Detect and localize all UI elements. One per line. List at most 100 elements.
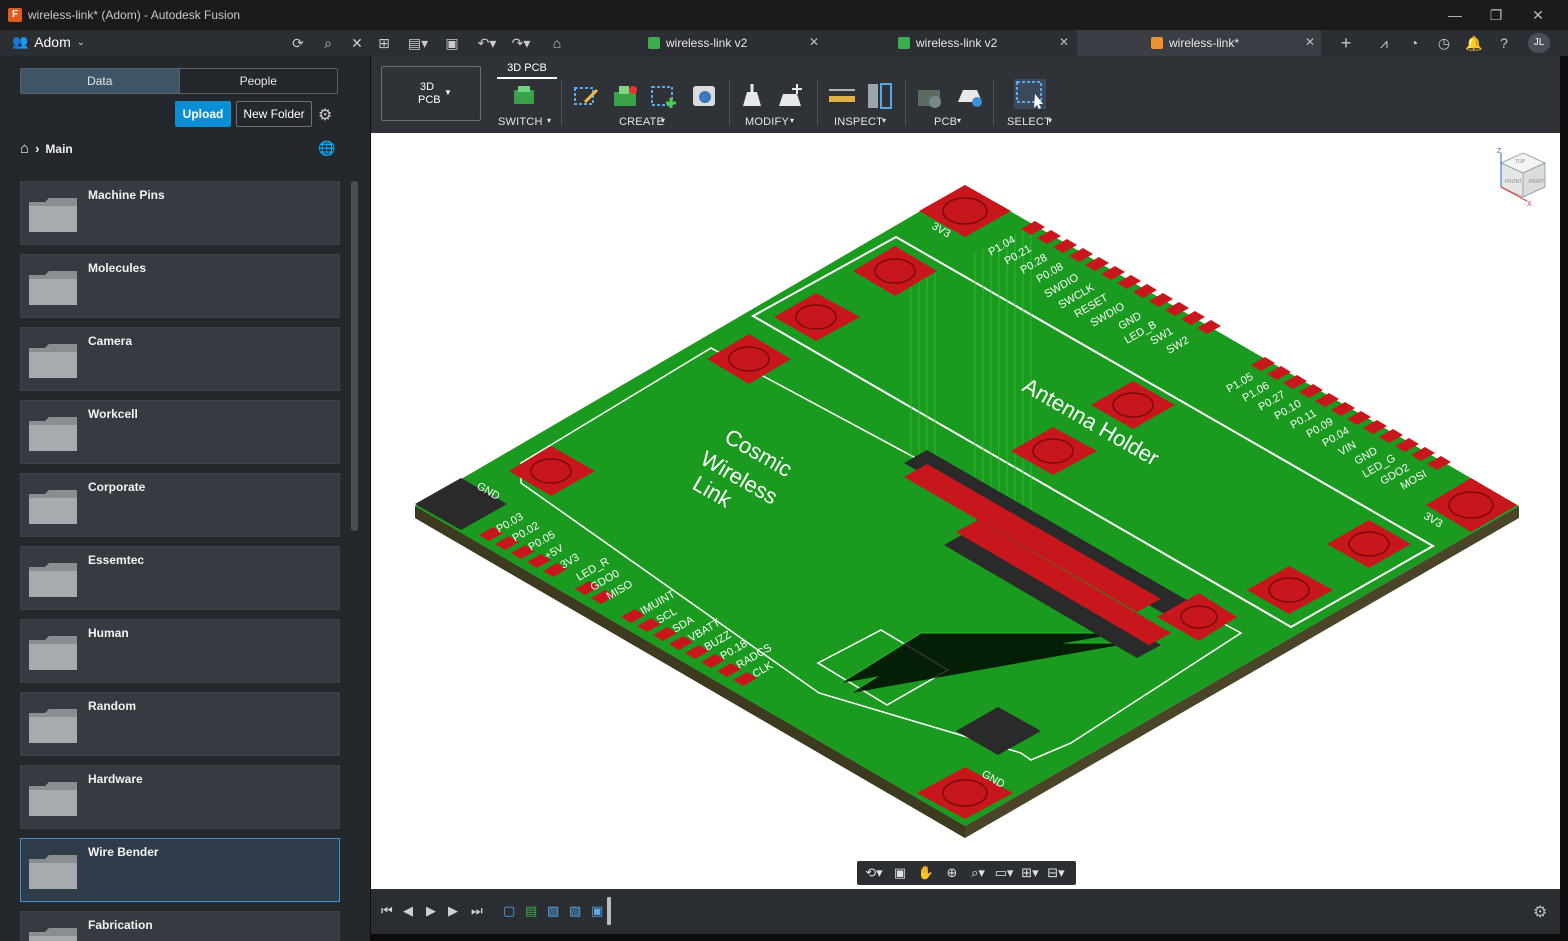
- orbit-icon[interactable]: ⟲▾: [863, 865, 885, 881]
- previous-step-icon[interactable]: ◀: [403, 903, 413, 919]
- 3d-viewport[interactable]: Cosmic Wireless Link Antenna Holder P1.0…: [371, 133, 1560, 889]
- new-tab-icon[interactable]: +: [1336, 34, 1356, 52]
- timeline-sketch-icon[interactable]: ▢: [503, 903, 515, 919]
- close-tab-icon[interactable]: ✕: [1305, 35, 1315, 49]
- extensions-icon[interactable]: ⩘: [1374, 34, 1394, 52]
- tab-3d-pcb[interactable]: 3D PCB: [497, 59, 557, 79]
- folder-scrollbar[interactable]: [351, 181, 358, 531]
- select-window-icon[interactable]: [1013, 78, 1047, 110]
- tab-people[interactable]: People: [178, 69, 338, 93]
- measure-icon[interactable]: [827, 82, 857, 110]
- minimize-button[interactable]: —: [1433, 0, 1477, 30]
- grid-icon[interactable]: ⊞: [374, 34, 394, 52]
- close-window-button[interactable]: ✕: [1516, 0, 1560, 30]
- team-switcher[interactable]: 👥 Adom ⌄: [12, 34, 85, 50]
- first-step-icon[interactable]: ⏮: [381, 903, 393, 919]
- new-folder-button[interactable]: New Folder: [236, 101, 312, 127]
- close-tab-icon[interactable]: ✕: [1059, 35, 1069, 49]
- timeline-marker[interactable]: [607, 897, 611, 925]
- folder-item[interactable]: Human: [20, 619, 340, 683]
- help-icon[interactable]: ?: [1494, 34, 1514, 52]
- folder-item[interactable]: Essemtec: [20, 546, 340, 610]
- save-icon[interactable]: ▣: [442, 34, 462, 52]
- pan-icon[interactable]: ✋: [915, 865, 937, 881]
- pcb-group-label[interactable]: PCB: [934, 116, 957, 128]
- timeline-board-icon[interactable]: ▤: [525, 903, 537, 919]
- grid-icon[interactable]: ⊞▾: [1019, 865, 1041, 881]
- home-icon[interactable]: ⌂: [547, 34, 567, 52]
- tab-data[interactable]: Data: [21, 69, 179, 93]
- clock-icon[interactable]: ◷: [1434, 34, 1454, 52]
- folder-icon: [29, 636, 77, 670]
- folder-item[interactable]: Molecules: [20, 254, 340, 318]
- create-component-icon[interactable]: [689, 82, 719, 110]
- refresh-icon[interactable]: ⟳: [288, 34, 308, 52]
- file-icon[interactable]: ▤▾: [406, 34, 430, 52]
- maximize-button[interactable]: ❐: [1474, 0, 1518, 30]
- play-icon[interactable]: ▶: [426, 903, 436, 919]
- switch-board-icon[interactable]: [509, 82, 539, 110]
- jobs-icon[interactable]: ◔: [1404, 34, 1424, 52]
- redo-icon[interactable]: ↷▾: [508, 34, 534, 52]
- switch-group-label[interactable]: SWITCH: [498, 116, 543, 128]
- select-group-label[interactable]: SELECT: [1007, 116, 1051, 128]
- folder-icon: [29, 855, 77, 889]
- next-step-icon[interactable]: ▶: [448, 903, 458, 919]
- undo-icon[interactable]: ↶▾: [474, 34, 500, 52]
- breadcrumb-main[interactable]: Main: [45, 142, 72, 156]
- data-people-toggle: Data People: [20, 68, 338, 94]
- folder-item[interactable]: Fabrication: [20, 911, 340, 941]
- timeline-component-icon[interactable]: ▣: [591, 903, 603, 919]
- fit-icon[interactable]: ⌕▾: [967, 865, 989, 881]
- pcb-settings-icon[interactable]: [955, 82, 985, 110]
- gear-icon[interactable]: ⚙: [318, 105, 332, 125]
- sketch-icon[interactable]: [571, 82, 601, 110]
- timeline-image-icon[interactable]: ▧: [547, 903, 559, 919]
- folder-item[interactable]: Workcell: [20, 400, 340, 464]
- breadcrumb: ⌂ › Main: [20, 140, 73, 157]
- section-analysis-icon[interactable]: [865, 82, 895, 110]
- workspace-switcher[interactable]: 3D PCB ▼: [381, 66, 481, 121]
- folder-item[interactable]: Random: [20, 692, 340, 756]
- viewcube-z-label: Z: [1497, 148, 1502, 155]
- folder-item[interactable]: Camera: [20, 327, 340, 391]
- close-tab-icon[interactable]: ✕: [809, 35, 819, 49]
- folder-icon: [29, 271, 77, 305]
- caret-down-icon: ▾: [882, 116, 887, 125]
- tab-wireless-link-active[interactable]: wireless-link* ✕: [1077, 30, 1321, 56]
- pcb-link-icon[interactable]: [915, 82, 945, 110]
- move-icon[interactable]: [775, 82, 805, 110]
- viewports-icon[interactable]: ⊟▾: [1045, 865, 1067, 881]
- folder-item[interactable]: Hardware: [20, 765, 340, 829]
- viewcube[interactable]: TOP FRONT RIGHT X Z: [1493, 145, 1551, 209]
- upload-button[interactable]: Upload: [175, 101, 231, 127]
- globe-icon[interactable]: 🌐: [318, 140, 335, 157]
- user-avatar[interactable]: JL: [1528, 33, 1550, 53]
- zoom-icon[interactable]: ⊕: [941, 865, 963, 881]
- pcb-model[interactable]: Cosmic Wireless Link Antenna Holder P1.0…: [371, 133, 1560, 889]
- modify-group-label[interactable]: MODIFY: [745, 116, 789, 128]
- ribbon-toolbar: 3D PCB ▼ 3D PCB SWITCH CREATE MODIFY INS…: [371, 56, 1560, 133]
- tab-wireless-link-v2-b[interactable]: wireless-link v2 ✕: [890, 30, 1075, 56]
- create-board-icon[interactable]: [611, 82, 641, 110]
- folder-item[interactable]: Corporate: [20, 473, 340, 537]
- search-icon[interactable]: ⌕: [318, 34, 338, 52]
- look-at-icon[interactable]: ▣: [889, 865, 911, 881]
- folder-icon: [29, 490, 77, 524]
- display-icon[interactable]: ▭▾: [993, 865, 1015, 881]
- folder-item-selected[interactable]: Wire Bender: [20, 838, 340, 902]
- folder-icon: [29, 709, 77, 743]
- home-icon[interactable]: ⌂: [20, 140, 29, 157]
- last-step-icon[interactable]: ⏭: [471, 903, 483, 919]
- folder-name: Human: [88, 626, 129, 640]
- timeline-settings-gear-icon[interactable]: ⚙: [1533, 902, 1547, 922]
- inspect-group-label[interactable]: INSPECT: [834, 116, 883, 128]
- push-pull-icon[interactable]: [737, 82, 767, 110]
- create-group-label[interactable]: CREATE: [619, 116, 664, 128]
- timeline-image-icon[interactable]: ▧: [569, 903, 581, 919]
- tab-wireless-link-v2-a[interactable]: wireless-link v2 ✕: [640, 30, 825, 56]
- close-panel-icon[interactable]: ✕: [347, 34, 367, 52]
- create-outline-icon[interactable]: [649, 82, 679, 110]
- folder-item[interactable]: Machine Pins: [20, 181, 340, 245]
- bell-icon[interactable]: 🔔: [1464, 34, 1484, 52]
